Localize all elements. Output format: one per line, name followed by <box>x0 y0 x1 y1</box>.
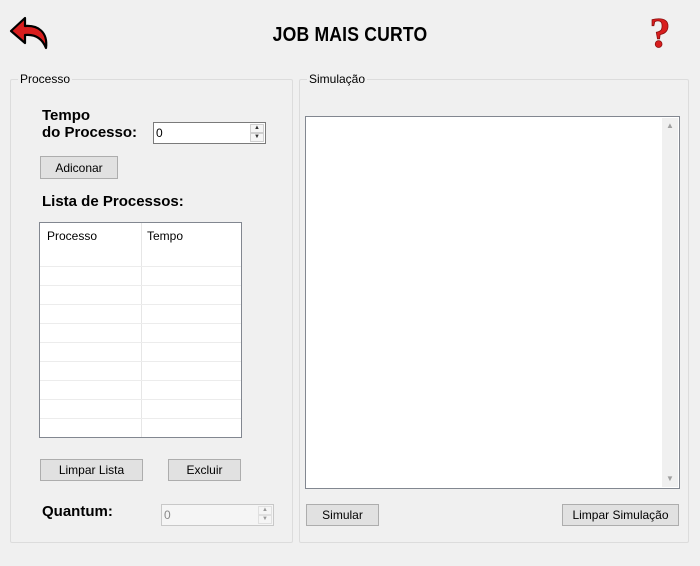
column-header-tempo[interactable]: Tempo <box>147 229 183 243</box>
vertical-scrollbar[interactable]: ▲ ▼ <box>662 118 678 487</box>
column-separator <box>141 223 142 437</box>
column-header-processo[interactable]: Processo <box>47 229 97 243</box>
quantum-spinbox[interactable]: ▲ ▼ <box>161 504 274 526</box>
tempo-label-line2: do Processo: <box>42 124 138 141</box>
quantum-input[interactable] <box>164 506 255 524</box>
scroll-down-icon[interactable]: ▼ <box>662 471 678 487</box>
row-line <box>40 323 241 324</box>
tempo-input[interactable] <box>156 124 247 142</box>
row-line <box>40 304 241 305</box>
add-process-button[interactable]: Adiconar <box>40 156 118 179</box>
quantum-spin-down-icon[interactable]: ▼ <box>258 515 272 524</box>
help-icon[interactable]: ? <box>644 10 676 58</box>
row-line <box>40 361 241 362</box>
help-glyph: ? <box>650 11 671 52</box>
row-line <box>40 342 241 343</box>
delete-button[interactable]: Excluir <box>168 459 241 481</box>
row-line <box>40 285 241 286</box>
quantum-spin-up-icon[interactable]: ▲ <box>258 506 272 515</box>
row-line <box>40 380 241 381</box>
process-list-table[interactable]: Processo Tempo <box>39 222 242 438</box>
simulation-output[interactable]: ▲ ▼ <box>305 116 680 489</box>
clear-list-button[interactable]: Limpar Lista <box>40 459 143 481</box>
processo-group-label: Processo <box>18 72 73 86</box>
row-line <box>40 266 241 267</box>
simulate-button[interactable]: Simular <box>306 504 379 526</box>
tempo-spin-up-icon[interactable]: ▲ <box>250 124 264 133</box>
row-line <box>40 418 241 419</box>
scroll-up-icon[interactable]: ▲ <box>662 118 678 134</box>
tempo-label-line1: Tempo <box>42 107 91 124</box>
clear-simulation-button[interactable]: Limpar Simulação <box>562 504 679 526</box>
page-title: JOB MAIS CURTO <box>272 24 428 46</box>
list-label: Lista de Processos: <box>42 193 184 210</box>
row-line <box>40 399 241 400</box>
tempo-spin-down-icon[interactable]: ▼ <box>250 133 264 142</box>
quantum-label: Quantum: <box>42 503 113 520</box>
simulacao-group-label: Simulação <box>307 72 368 86</box>
tempo-spinbox[interactable]: ▲ ▼ <box>153 122 266 144</box>
